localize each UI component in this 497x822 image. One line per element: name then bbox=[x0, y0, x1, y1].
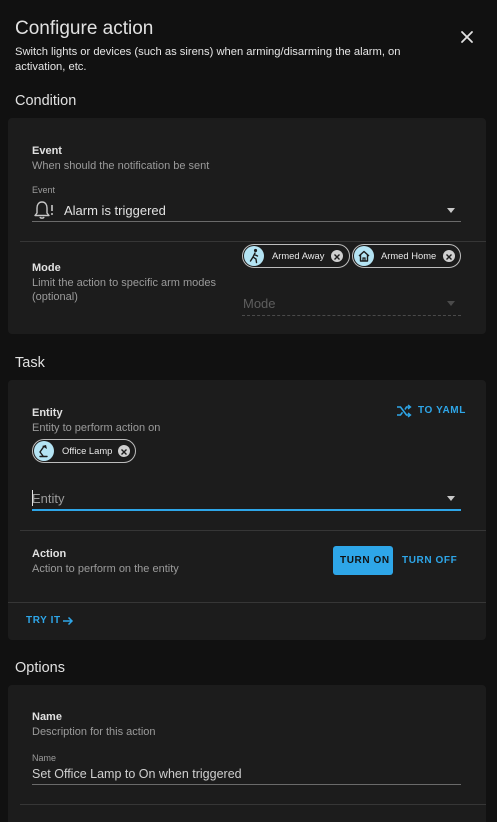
close-button[interactable] bbox=[454, 24, 480, 50]
home-icon bbox=[358, 250, 370, 262]
chip-remove-icon[interactable] bbox=[118, 445, 130, 457]
chip-armed-away[interactable]: Armed Away bbox=[242, 244, 350, 268]
task-section-title: Task bbox=[15, 355, 45, 371]
desk-lamp-icon bbox=[39, 445, 48, 458]
name-field-label: Name bbox=[32, 753, 57, 763]
configure-action-dialog: Configure action Switch lights or device… bbox=[0, 0, 497, 822]
dialog-subtitle: Switch lights or devices (such as sirens… bbox=[15, 46, 401, 73]
options-card: Name Description for this action Name Se… bbox=[8, 685, 486, 822]
turn-on-button[interactable]: TURN ON bbox=[333, 546, 393, 575]
name-label: Name bbox=[32, 711, 62, 723]
event-field-label: Event bbox=[32, 185, 56, 195]
mode-placeholder: Mode bbox=[243, 296, 276, 311]
action-description: Action to perform on the entity bbox=[32, 563, 179, 575]
name-value: Set Office Lamp to On when triggered bbox=[32, 767, 242, 781]
condition-card: Event When should the notification be se… bbox=[8, 118, 486, 334]
bell-alert-icon bbox=[34, 201, 53, 219]
shuffle-icon bbox=[397, 404, 412, 418]
entity-placeholder: Entity bbox=[32, 491, 65, 506]
dialog-title: Configure action bbox=[15, 18, 154, 39]
chip-remove-icon[interactable] bbox=[443, 250, 455, 262]
walk-icon bbox=[249, 248, 259, 264]
entity-label: Entity bbox=[32, 407, 63, 419]
condition-section-title: Condition bbox=[15, 93, 77, 109]
arrow-right-icon bbox=[63, 616, 74, 626]
task-card: Entity Entity to perform action on TO YA… bbox=[8, 380, 486, 640]
event-value: Alarm is triggered bbox=[64, 203, 166, 218]
event-label: Event bbox=[32, 145, 62, 157]
chip-label: Armed Away bbox=[272, 250, 325, 261]
text-cursor bbox=[32, 490, 33, 506]
mode-description: Limit the action to specific arm modes (… bbox=[32, 277, 217, 303]
entity-description: Entity to perform action on bbox=[32, 422, 161, 434]
mode-label: Mode bbox=[32, 262, 61, 274]
chevron-down-icon bbox=[447, 208, 455, 213]
chip-armed-home[interactable]: Armed Home bbox=[352, 244, 461, 268]
close-icon bbox=[461, 31, 473, 43]
options-section-title: Options bbox=[15, 660, 65, 676]
name-description: Description for this action bbox=[32, 726, 156, 738]
chip-remove-icon[interactable] bbox=[331, 250, 343, 262]
chip-label: Armed Home bbox=[381, 250, 437, 261]
turn-off-button[interactable]: TURN OFF bbox=[396, 546, 460, 575]
chip-office-lamp[interactable]: Office Lamp bbox=[32, 439, 136, 463]
event-description: When should the notification be sent bbox=[32, 160, 210, 172]
chip-label: Office Lamp bbox=[62, 445, 113, 456]
chevron-down-icon bbox=[447, 301, 455, 306]
action-label: Action bbox=[32, 548, 67, 560]
chevron-down-icon bbox=[447, 496, 455, 501]
